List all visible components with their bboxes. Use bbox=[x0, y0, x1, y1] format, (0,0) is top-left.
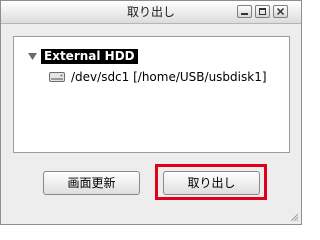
tree-item-external-hdd[interactable]: External HDD bbox=[27, 49, 138, 64]
resize-grip-icon[interactable] bbox=[289, 212, 299, 222]
tree-root-label: External HDD bbox=[41, 49, 138, 64]
tree-child-label: /dev/sdc1 [/home/USB/usbdisk1] bbox=[71, 70, 267, 84]
tree-item-device[interactable]: /dev/sdc1 [/home/USB/usbdisk1] bbox=[48, 68, 267, 86]
drive-icon bbox=[49, 72, 65, 82]
eject-button[interactable]: 取り出し bbox=[163, 171, 260, 195]
minimize-icon bbox=[241, 13, 248, 15]
maximize-button[interactable] bbox=[255, 5, 270, 18]
close-icon bbox=[276, 7, 285, 16]
device-tree[interactable]: External HDD /dev/sdc1 [/home/USB/usbdis… bbox=[13, 36, 290, 153]
close-button[interactable] bbox=[273, 5, 288, 18]
triangle-down-icon[interactable] bbox=[27, 51, 38, 62]
refresh-button[interactable]: 画面更新 bbox=[43, 171, 140, 195]
maximize-icon bbox=[259, 8, 266, 15]
minimize-button[interactable] bbox=[237, 5, 252, 18]
title-bar[interactable]: 取り出し bbox=[1, 1, 301, 24]
eject-dialog: 取り出し External HDD /dev/sdc1 [/home/USB/u… bbox=[0, 0, 302, 225]
